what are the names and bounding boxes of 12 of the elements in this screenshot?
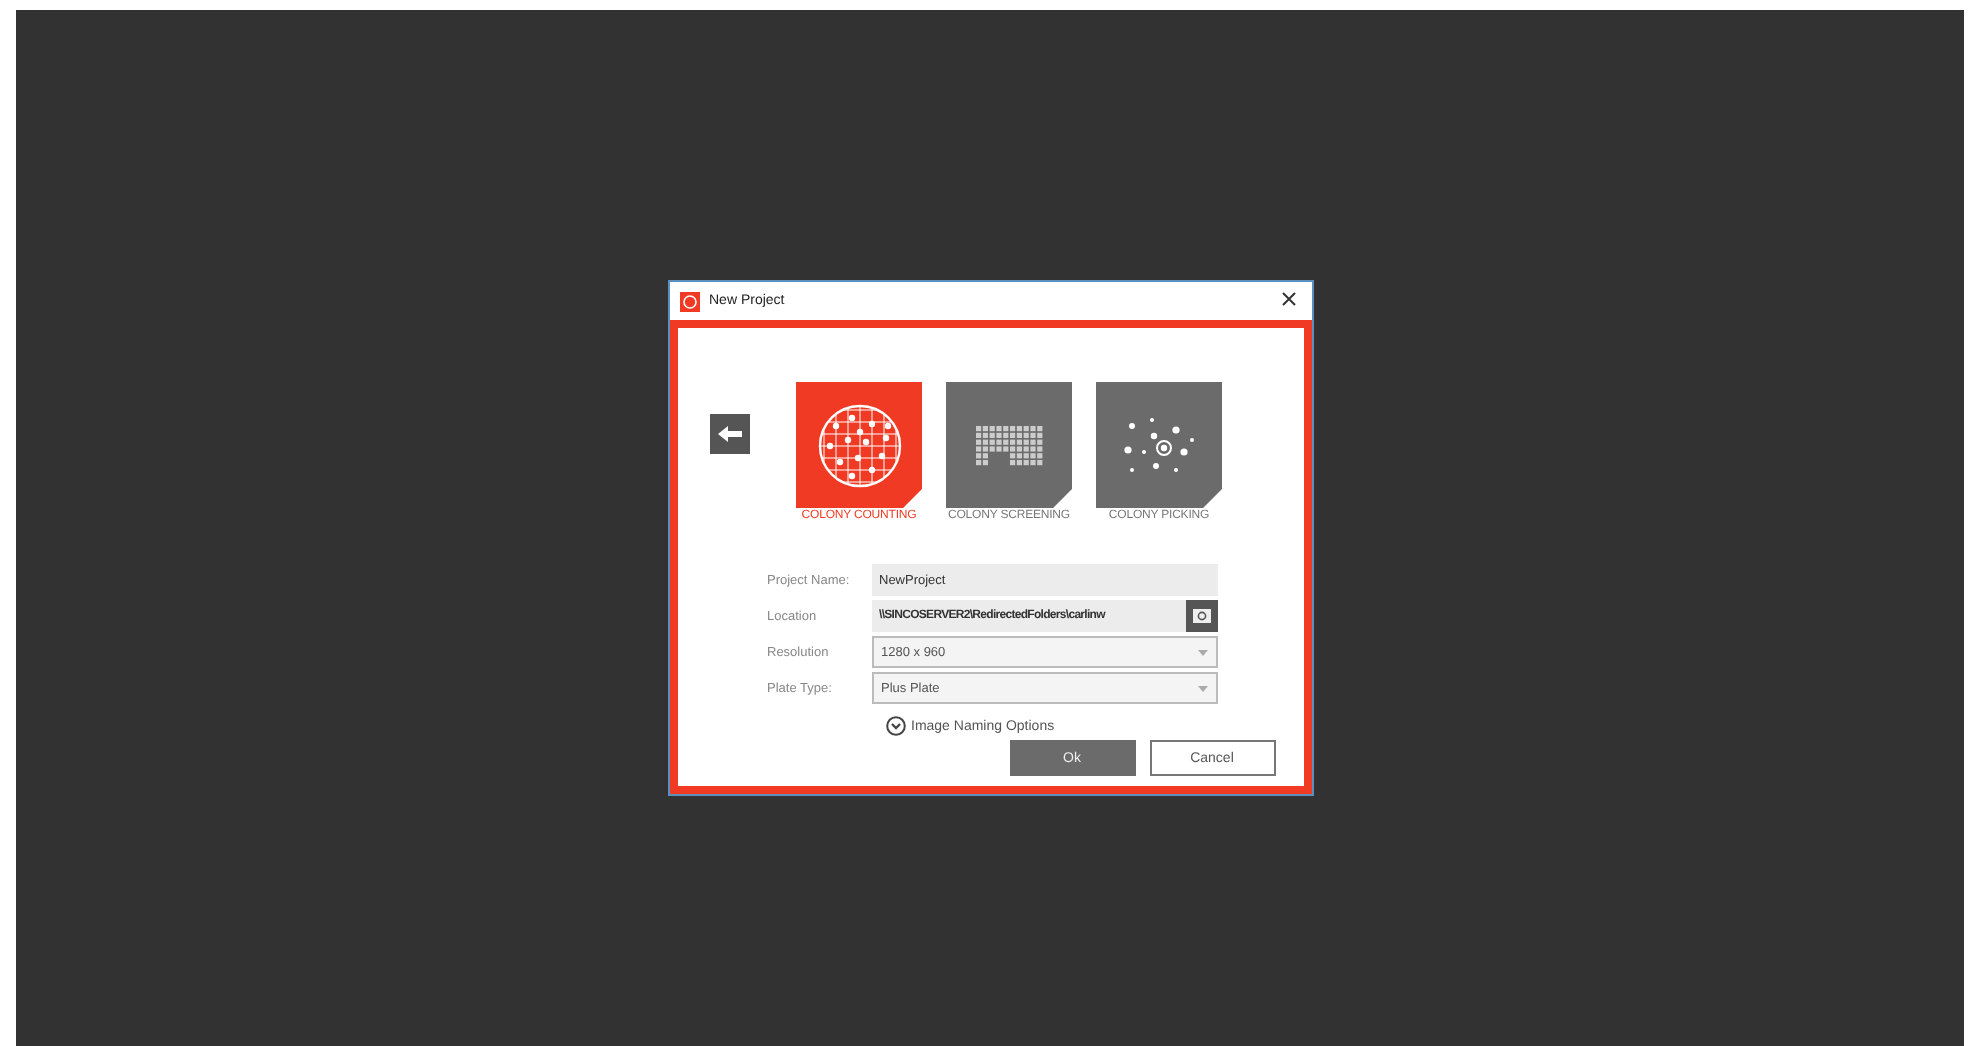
browse-button[interactable] [1185, 600, 1217, 632]
project-type-tile[interactable] [796, 382, 922, 508]
petri-dish-icon [815, 401, 903, 489]
left-arrow-icon [717, 426, 741, 442]
back-button[interactable] [709, 414, 749, 454]
caret-icon [1197, 685, 1207, 691]
grid-icon [975, 425, 1043, 465]
close-icon [1281, 292, 1295, 306]
app-logo-icon [679, 291, 699, 311]
project-type-tile[interactable] [1096, 382, 1222, 508]
project-type-tile[interactable] [946, 382, 1072, 508]
caret-icon [1197, 649, 1207, 655]
